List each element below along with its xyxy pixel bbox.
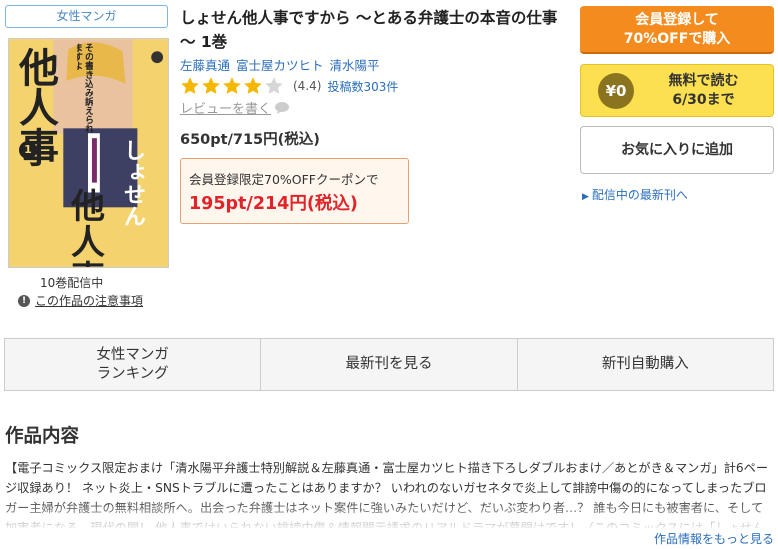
star-icon <box>202 77 220 94</box>
more-info-link[interactable]: 作品情報をもっと見る <box>654 530 774 547</box>
description-fade <box>0 500 778 530</box>
notice-label: この作品の注意事項 <box>35 294 144 308</box>
rating-stars <box>180 76 285 96</box>
free-button-line1: 無料で読む <box>668 72 739 89</box>
author-link[interactable]: 清水陽平 <box>330 55 380 74</box>
tab-auto-purchase[interactable]: 新刊自動購入 <box>518 339 773 390</box>
genre-tag[interactable]: 女性マンガ <box>5 5 168 28</box>
write-review-label: レビューを書く <box>180 102 272 117</box>
book-title: しょせん他人事ですから ～とある弁護士の本音の仕事～ 1巻 <box>180 9 558 51</box>
star-icon <box>181 77 199 94</box>
rating: (4.4) 投稿数303件 <box>180 76 398 96</box>
write-review-link[interactable]: レビューを書く <box>180 98 290 117</box>
cover-image[interactable]: 他人事 しょせん 他人事 1 その書き込み訴えられますよ <box>8 38 169 268</box>
notice-link[interactable]: ! この作品の注意事項 <box>18 292 143 309</box>
cover-subtitle: その書き込み訴えられますよ <box>77 43 93 133</box>
coupon-label: 会員登録限定70%OFFクーポンで <box>189 172 379 187</box>
tab-latest[interactable]: 最新刊を見る <box>261 339 518 390</box>
add-favorite-button[interactable]: お気に入りに追加 <box>580 126 774 174</box>
member-button-line1: 会員登録して <box>635 12 719 28</box>
star-icon <box>265 77 283 94</box>
regular-price: 650pt/715円(税込) <box>180 132 320 148</box>
rating-posts-link[interactable]: 投稿数303件 <box>327 78 398 95</box>
action-tabs: 女性マンガランキング 最新刊を見る 新刊自動購入 <box>4 338 774 391</box>
tab-ranking[interactable]: 女性マンガランキング <box>5 339 262 390</box>
rating-score: (4.4) <box>293 79 322 93</box>
free-button-line2: 6/30まで <box>672 91 735 108</box>
section-title: 作品内容 <box>5 426 80 447</box>
cover-title-right: しょせん <box>120 139 146 227</box>
triangle-right-icon: ▶ <box>582 192 589 202</box>
cover-title-bottom: 他人事 <box>71 187 105 267</box>
cover-volume-badge: 1 <box>19 141 37 159</box>
latest-volume-label: 配信中の最新刊へ <box>591 188 688 202</box>
coupon-box: 会員登録限定70%OFFクーポンで 195pt/214円(税込) <box>180 158 409 224</box>
speech-bubble-icon <box>275 101 290 114</box>
info-icon: ! <box>18 294 30 307</box>
tab-ranking-line2: ランキング <box>96 365 169 382</box>
free-read-button[interactable]: ¥0 無料で読む 6/30まで <box>580 64 774 117</box>
author-link[interactable]: 富士屋カツヒト <box>236 55 324 74</box>
coupon-price: 195pt/214円(税込) <box>189 194 358 214</box>
tab-auto-purchase-label: 新刊自動購入 <box>601 356 689 372</box>
author-link[interactable]: 左藤真通 <box>180 55 230 74</box>
tab-latest-label: 最新刊を見る <box>345 356 433 372</box>
member-button-line2: 70%OFFで購入 <box>623 31 731 47</box>
star-icon <box>244 77 262 94</box>
author-list: 左藤真通 富士屋カツヒト 清水陽平 <box>180 55 380 74</box>
yen-zero-icon: ¥0 <box>598 72 634 109</box>
latest-volume-link[interactable]: ▶ 配信中の最新刊へ <box>582 186 688 203</box>
star-icon <box>223 77 241 94</box>
member-purchase-button[interactable]: 会員登録して 70%OFFで購入 <box>580 6 774 54</box>
volume-count: 10巻配信中 <box>40 276 104 290</box>
tab-ranking-line1: 女性マンガ <box>96 346 169 363</box>
